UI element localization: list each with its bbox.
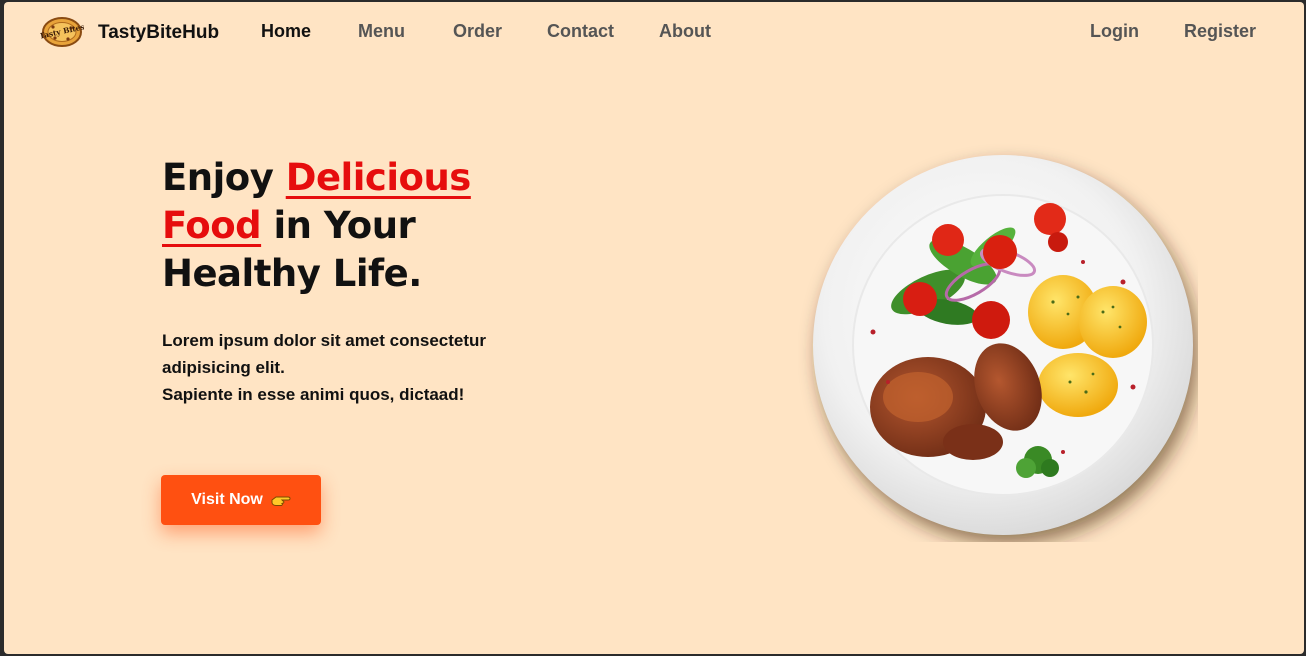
nav-link-menu[interactable]: Menu — [358, 21, 405, 42]
hero-title-highlight-1: Delicious — [285, 156, 472, 199]
navbar: Tasty Bites TastyBiteHub Home Menu Order… — [4, 2, 1304, 62]
visit-now-label: Visit Now — [191, 491, 263, 508]
hero-description: Lorem ipsum dolor sit amet consectetur a… — [162, 327, 542, 408]
visit-now-button[interactable]: Visit Now — [161, 475, 321, 525]
page: Tasty Bites TastyBiteHub Home Menu Order… — [4, 2, 1304, 654]
hero-description-line-2: adipisicing elit. — [162, 358, 285, 377]
hero-title-end: Healthy Life. — [162, 252, 422, 295]
nav-link-contact[interactable]: Contact — [547, 21, 614, 42]
hero-title-highlight-2: Food — [162, 204, 262, 247]
logo-icon[interactable]: Tasty Bites — [38, 14, 85, 48]
brand-name[interactable]: TastyBiteHub — [98, 22, 219, 44]
hero-food-image — [798, 142, 1198, 544]
nav-link-about[interactable]: About — [659, 21, 711, 42]
pointing-hand-icon — [271, 493, 291, 507]
hero-description-line-3: Sapiente in esse animi quos, dictaad! — [162, 385, 465, 404]
nav-link-home[interactable]: Home — [261, 21, 311, 42]
register-link[interactable]: Register — [1184, 21, 1256, 42]
hero-title: Enjoy Delicious Food in Your Healthy Lif… — [162, 154, 482, 298]
hero-title-pre: Enjoy — [162, 156, 274, 199]
hero-title-mid: in Your — [273, 204, 416, 247]
hero-description-line-1: Lorem ipsum dolor sit amet consectetur — [162, 331, 487, 350]
login-link[interactable]: Login — [1090, 21, 1139, 42]
nav-link-order[interactable]: Order — [453, 21, 502, 42]
